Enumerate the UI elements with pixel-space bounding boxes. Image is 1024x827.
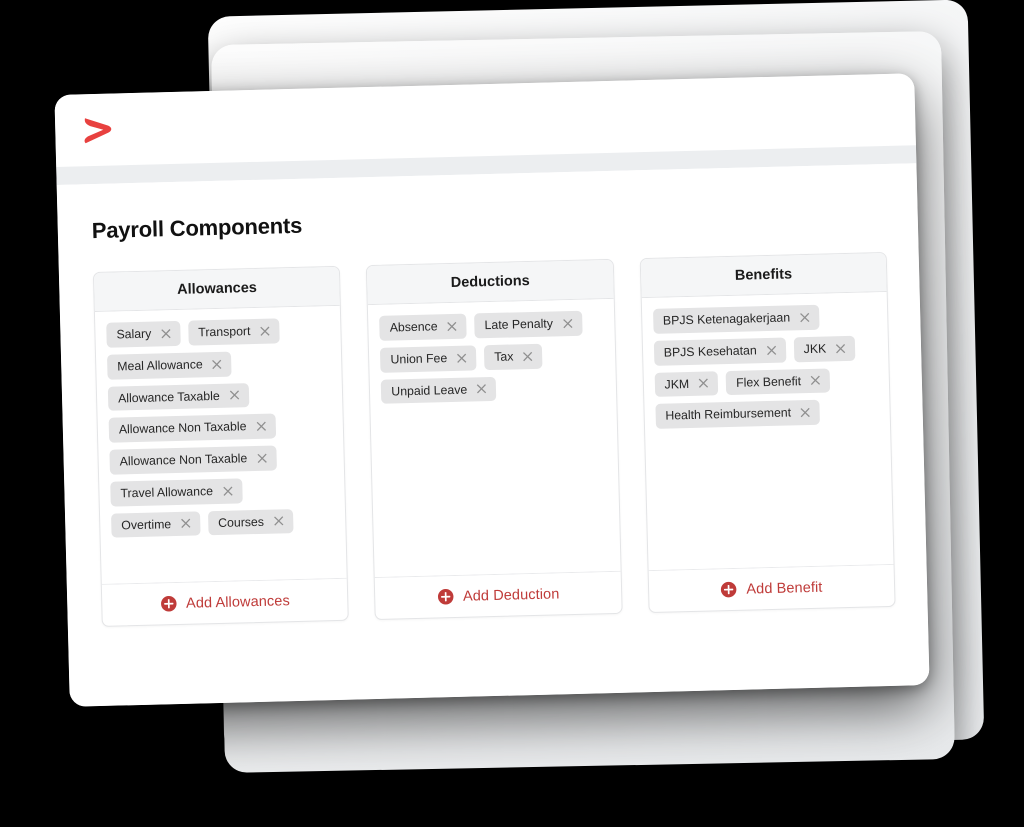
close-icon[interactable]	[160, 328, 171, 339]
add-button-label: Add Deduction	[462, 585, 560, 605]
close-icon[interactable]	[212, 358, 223, 369]
tag-item[interactable]: Overtime	[110, 510, 201, 538]
tag-item[interactable]: Meal Allowance	[106, 351, 233, 380]
page-content: Payroll Components Allowances Salary Trans…	[56, 163, 930, 707]
panel-header-benefits: Benefits	[640, 252, 887, 299]
tag-label: Overtime	[121, 516, 172, 532]
add-benefits-button[interactable]: Add Benefit	[648, 563, 895, 613]
plus-circle-icon	[721, 581, 737, 598]
tag-label: Travel Allowance	[120, 483, 214, 501]
tag-list-deductions: Absence Late Penalty Union Fee Tax Unpaid Le…	[368, 299, 620, 577]
close-icon[interactable]	[273, 516, 284, 527]
close-icon[interactable]	[766, 344, 777, 355]
tag-item[interactable]: Unpaid Leave	[381, 376, 497, 405]
close-icon[interactable]	[799, 312, 810, 323]
panel-deductions: Deductions Absence Late Penalty Union Fee Ta…	[366, 258, 623, 621]
tag-label: BPJS Kesehatan	[663, 343, 757, 360]
tag-label: Allowance Taxable	[117, 388, 220, 405]
close-icon[interactable]	[222, 485, 233, 496]
add-button-label: Add Benefit	[746, 579, 823, 598]
close-icon[interactable]	[255, 421, 266, 432]
add-deductions-button[interactable]: Add Deduction	[375, 570, 622, 620]
close-icon[interactable]	[562, 318, 573, 329]
close-icon[interactable]	[835, 343, 846, 354]
tag-label: Tax	[494, 349, 514, 364]
tag-label: Transport	[198, 324, 251, 340]
close-icon[interactable]	[698, 378, 709, 389]
tag-item[interactable]: Flex Benefit	[725, 367, 831, 396]
tag-item[interactable]: Travel Allowance	[110, 478, 243, 507]
chevron-right-logo-icon[interactable]	[81, 114, 116, 145]
tag-item[interactable]: Courses	[207, 508, 294, 536]
tag-item[interactable]: Late Penalty	[474, 310, 583, 339]
tag-label: Meal Allowance	[117, 357, 203, 374]
tag-list-allowances: Salary Transport Meal Allowance Allowance T…	[95, 306, 347, 584]
plus-circle-icon	[437, 588, 454, 605]
close-icon[interactable]	[522, 351, 533, 362]
payroll-component-columns: Allowances Salary Transport Meal Allowance A…	[92, 251, 896, 627]
panel-header-deductions: Deductions	[367, 259, 614, 306]
add-allowances-button[interactable]: Add Allowances	[101, 577, 349, 626]
tag-item[interactable]: Union Fee	[380, 345, 477, 373]
close-icon[interactable]	[476, 383, 487, 394]
panel-header-allowances: Allowances	[93, 266, 341, 313]
close-icon[interactable]	[256, 453, 267, 464]
tag-label: JKK	[803, 341, 827, 356]
close-icon[interactable]	[229, 390, 240, 401]
close-icon[interactable]	[180, 518, 191, 529]
tag-item[interactable]: Salary	[106, 320, 181, 348]
tag-label: Union Fee	[390, 350, 448, 367]
tag-label: Unpaid Leave	[391, 382, 468, 399]
tag-label: Health Reimbursement	[665, 405, 792, 423]
tag-label: Late Penalty	[484, 316, 554, 333]
tag-item[interactable]: JKM	[654, 370, 719, 398]
tag-item[interactable]: JKK	[793, 335, 856, 362]
tag-item[interactable]: Transport	[188, 318, 280, 346]
panel-benefits: Benefits BPJS Ketenagakerjaan BPJS Kesehat…	[639, 251, 896, 614]
tag-label: Flex Benefit	[735, 373, 802, 390]
tag-item[interactable]: Allowance Taxable	[107, 382, 250, 411]
tag-label: Allowance Non Taxable	[118, 419, 247, 437]
close-icon[interactable]	[446, 321, 457, 332]
plus-circle-icon	[160, 596, 177, 612]
tag-item[interactable]: Allowance Non Taxable	[109, 445, 277, 475]
panel-allowances: Allowances Salary Transport Meal Allowance A…	[92, 265, 350, 627]
tag-item[interactable]: Allowance Non Taxable	[108, 413, 276, 443]
tag-label: JKM	[664, 376, 690, 392]
page-title: Payroll Components	[91, 212, 303, 244]
close-icon[interactable]	[259, 325, 270, 336]
tag-label: BPJS Ketenagakerjaan	[662, 310, 791, 328]
tag-item[interactable]: Health Reimbursement	[655, 399, 821, 429]
tag-item[interactable]: Tax	[483, 343, 543, 370]
screenshot-stage: Payroll Components Allowances Salary Trans…	[0, 0, 1024, 827]
close-icon[interactable]	[800, 407, 811, 418]
tag-label: Courses	[217, 514, 265, 530]
close-icon[interactable]	[456, 352, 467, 363]
tag-list-benefits: BPJS Ketenagakerjaan BPJS Kesehatan JKK JKM…	[641, 292, 893, 570]
tag-item[interactable]: BPJS Kesehatan	[653, 337, 787, 366]
app-window: Payroll Components Allowances Salary Trans…	[54, 73, 930, 707]
tag-label: Absence	[389, 319, 438, 335]
add-button-label: Add Allowances	[185, 592, 291, 612]
tag-label: Salary	[116, 326, 152, 342]
close-icon[interactable]	[810, 375, 821, 386]
tag-item[interactable]: Absence	[379, 313, 467, 341]
tag-item[interactable]: BPJS Ketenagakerjaan	[652, 304, 820, 334]
tag-label: Allowance Non Taxable	[119, 451, 248, 469]
